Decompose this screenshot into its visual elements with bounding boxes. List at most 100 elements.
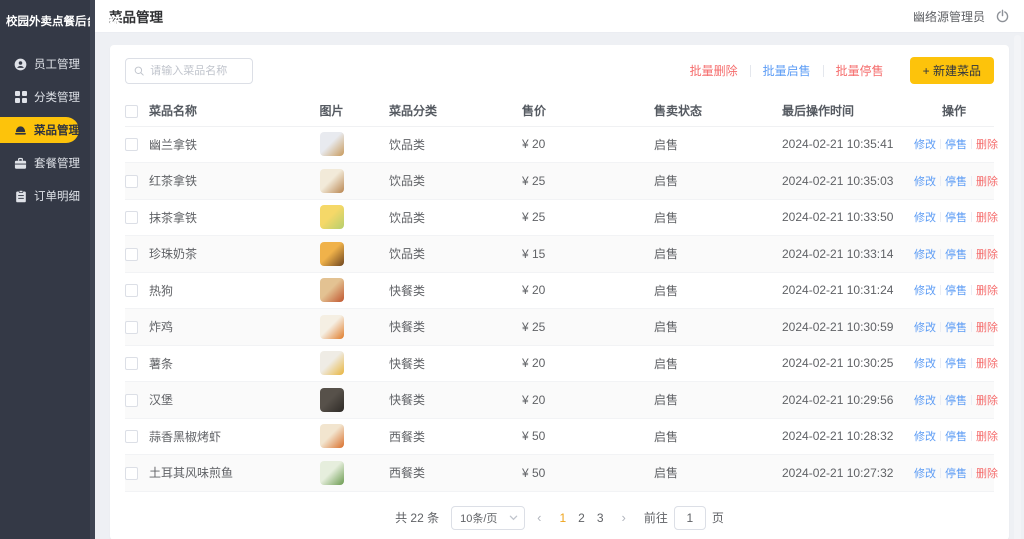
row-action-1[interactable]: 修改 <box>914 392 936 408</box>
table-header-row: 菜品名称 图片 菜品分类 售价 售卖状态 最后操作时间 操作 <box>125 96 994 126</box>
sidebar-item-2[interactable]: 分类管理 <box>0 84 95 110</box>
row-action-2[interactable]: 停售 <box>945 173 967 189</box>
prev-page-arrow[interactable]: ‹ <box>533 510 545 525</box>
row-action-2[interactable]: 停售 <box>945 282 967 298</box>
action-separator <box>971 249 972 259</box>
row-action-3[interactable]: 删除 <box>976 173 998 189</box>
sidebar-item-5[interactable]: 订单明细 <box>0 183 95 209</box>
action-separator <box>971 395 972 405</box>
dish-image <box>320 461 344 485</box>
sidebar-item-4[interactable]: 套餐管理 <box>0 150 95 176</box>
page-number-3[interactable]: 3 <box>591 511 610 525</box>
page-number-2[interactable]: 2 <box>572 511 591 525</box>
table-row: 薯条快餐类¥ 20启售2024-02-21 10:30:25修改停售删除 <box>125 345 994 382</box>
sidebar-item-3[interactable]: 菜品管理 <box>0 117 79 143</box>
row-action-2[interactable]: 停售 <box>945 209 967 225</box>
new-dish-button[interactable]: + 新建菜品 <box>910 57 994 84</box>
sidebar-item-label: 分类管理 <box>34 89 80 105</box>
row-checkbox[interactable] <box>125 211 138 224</box>
row-action-2[interactable]: 停售 <box>945 319 967 335</box>
row-checkbox[interactable] <box>125 357 138 370</box>
next-page-arrow[interactable]: › <box>618 510 630 525</box>
table-row: 炸鸡快餐类¥ 25启售2024-02-21 10:30:59修改停售删除 <box>125 309 994 346</box>
action-separator <box>940 249 941 259</box>
batch-button-1[interactable]: 批量删除 <box>678 62 750 79</box>
row-action-3[interactable]: 删除 <box>976 282 998 298</box>
dish-category: 快餐类 <box>374 309 504 346</box>
row-action-3[interactable]: 删除 <box>976 209 998 225</box>
row-action-3[interactable]: 删除 <box>976 392 998 408</box>
sidebar-item-1[interactable]: 员工管理 <box>0 51 95 77</box>
row-action-3[interactable]: 删除 <box>976 136 998 152</box>
row-action-2[interactable]: 停售 <box>945 392 967 408</box>
sidebar: 校园外卖点餐后台系统 员工管理分类管理菜品管理套餐管理订单明细 <box>0 0 95 539</box>
col-header-price: 售价 <box>504 96 634 126</box>
action-separator <box>971 212 972 222</box>
row-checkbox[interactable] <box>125 321 138 334</box>
row-action-1[interactable]: 修改 <box>914 428 936 444</box>
row-checkbox[interactable] <box>125 394 138 407</box>
col-header-category: 菜品分类 <box>374 96 504 126</box>
row-action-3[interactable]: 删除 <box>976 428 998 444</box>
row-action-1[interactable]: 修改 <box>914 319 936 335</box>
topbar: 菜品管理 幽络源管理员 <box>95 0 1024 33</box>
row-action-2[interactable]: 停售 <box>945 428 967 444</box>
dish-price: ¥ 25 <box>504 199 634 236</box>
row-checkbox[interactable] <box>125 175 138 188</box>
briefcase-icon <box>14 157 27 170</box>
row-action-2[interactable]: 停售 <box>945 465 967 481</box>
page-size-select[interactable]: 10条/页 <box>451 506 525 530</box>
dish-name: 汉堡 <box>149 382 289 419</box>
user-circle-icon <box>14 58 27 71</box>
search-input[interactable] <box>150 65 244 77</box>
dish-price: ¥ 20 <box>504 272 634 309</box>
dish-table: 菜品名称 图片 菜品分类 售价 售卖状态 最后操作时间 操作 幽兰拿铁饮品类¥ … <box>125 96 994 492</box>
row-checkbox[interactable] <box>125 467 138 480</box>
row-action-3[interactable]: 删除 <box>976 355 998 371</box>
row-action-1[interactable]: 修改 <box>914 465 936 481</box>
row-action-3[interactable]: 删除 <box>976 319 998 335</box>
select-all-checkbox[interactable] <box>125 105 138 118</box>
table-row: 幽兰拿铁饮品类¥ 20启售2024-02-21 10:35:41修改停售删除 <box>125 126 994 163</box>
dish-price: ¥ 20 <box>504 382 634 419</box>
row-action-2[interactable]: 停售 <box>945 246 967 262</box>
row-action-1[interactable]: 修改 <box>914 246 936 262</box>
dish-category: 饮品类 <box>374 236 504 273</box>
row-action-3[interactable]: 删除 <box>976 465 998 481</box>
batch-button-2[interactable]: 批量启售 <box>751 62 823 79</box>
action-separator <box>940 285 941 295</box>
row-checkbox[interactable] <box>125 248 138 261</box>
dish-last-modified: 2024-02-21 10:35:03 <box>764 163 914 200</box>
row-action-3[interactable]: 删除 <box>976 246 998 262</box>
row-action-1[interactable]: 修改 <box>914 209 936 225</box>
dish-status: 启售 <box>634 272 764 309</box>
action-separator <box>940 358 941 368</box>
row-action-2[interactable]: 停售 <box>945 355 967 371</box>
row-checkbox[interactable] <box>125 430 138 443</box>
row-action-1[interactable]: 修改 <box>914 282 936 298</box>
row-action-1[interactable]: 修改 <box>914 136 936 152</box>
table-row: 抹茶拿铁饮品类¥ 25启售2024-02-21 10:33:50修改停售删除 <box>125 199 994 236</box>
row-checkbox[interactable] <box>125 284 138 297</box>
row-action-1[interactable]: 修改 <box>914 355 936 371</box>
dish-status: 启售 <box>634 418 764 455</box>
page-number-1[interactable]: 1 <box>553 511 572 525</box>
dish-status: 启售 <box>634 236 764 273</box>
goto-prefix-label: 前往 <box>644 509 668 526</box>
row-action-1[interactable]: 修改 <box>914 173 936 189</box>
current-user-label: 幽络源管理员 <box>913 8 985 25</box>
chevron-down-icon <box>509 513 518 522</box>
total-count-label: 共 22 条 <box>395 509 439 526</box>
dish-status: 启售 <box>634 199 764 236</box>
grid-icon <box>14 91 27 104</box>
goto-page: 前往 页 <box>644 506 724 530</box>
batch-button-3[interactable]: 批量停售 <box>824 62 896 79</box>
dish-last-modified: 2024-02-21 10:30:25 <box>764 345 914 382</box>
logout-power-icon[interactable] <box>995 9 1010 24</box>
action-separator <box>940 468 941 478</box>
row-action-2[interactable]: 停售 <box>945 136 967 152</box>
goto-page-input[interactable] <box>674 506 706 530</box>
row-checkbox[interactable] <box>125 138 138 151</box>
page-scrollbar[interactable] <box>1014 35 1021 539</box>
dish-price: ¥ 20 <box>504 126 634 163</box>
